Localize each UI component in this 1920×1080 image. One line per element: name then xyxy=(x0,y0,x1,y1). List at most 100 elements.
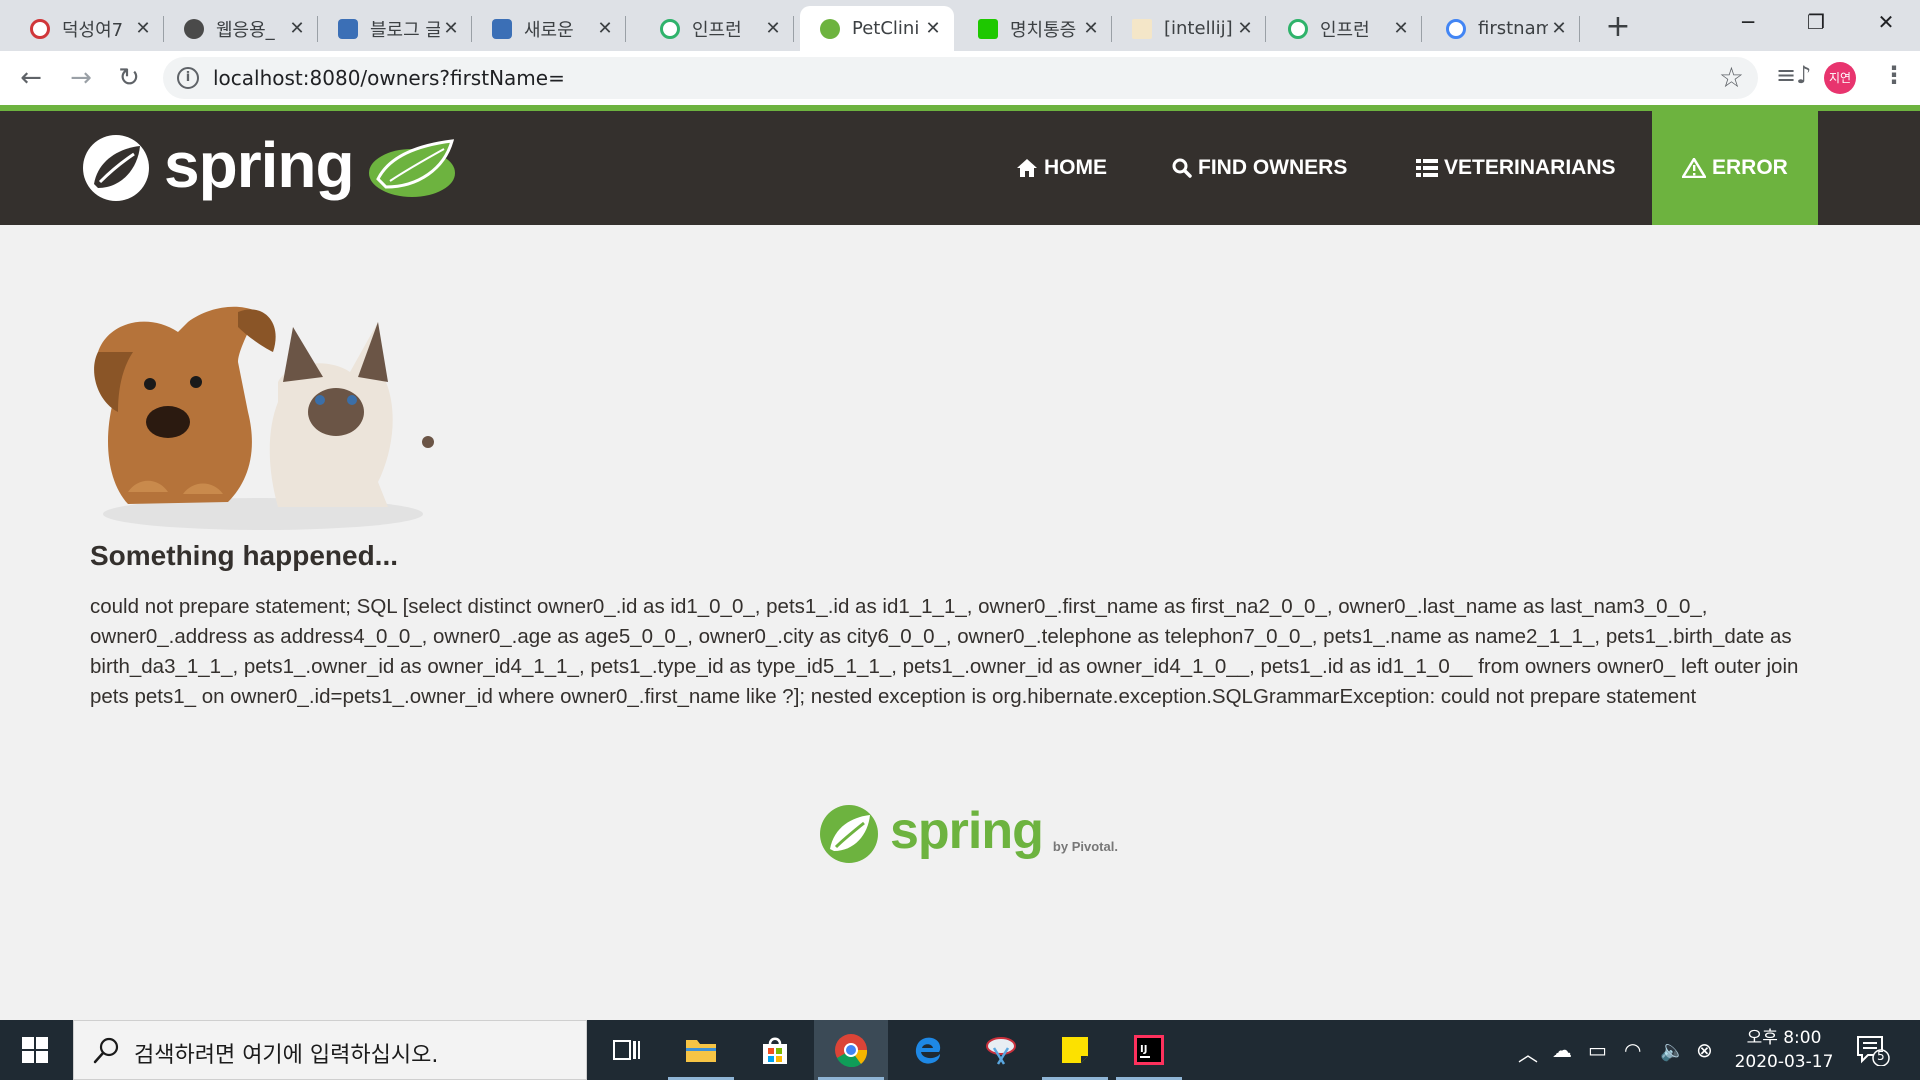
browser-tab[interactable]: 명치통증 ✕ xyxy=(958,6,1112,51)
snipping-tool-icon xyxy=(986,1037,1016,1065)
pets-image xyxy=(94,306,434,530)
back-icon[interactable]: ← xyxy=(12,59,50,97)
input-mode-icon[interactable]: ⊗ xyxy=(1696,1038,1713,1062)
taskbar-app-edge[interactable] xyxy=(890,1020,964,1080)
tab-title: 인프런 xyxy=(692,19,742,41)
nav-veterinarians[interactable]: VETERINARIANS xyxy=(1416,111,1616,225)
warning-icon xyxy=(1682,158,1706,178)
new-tab-button[interactable]: + xyxy=(1600,10,1636,46)
spring-logo-mark-icon xyxy=(83,135,149,201)
nav-home[interactable]: HOME xyxy=(1016,111,1107,225)
error-message: could not prepare statement; SQL [select… xyxy=(90,595,1799,708)
bookmark-star-icon[interactable]: ☆ xyxy=(1719,61,1744,94)
profile-avatar[interactable]: 지연 xyxy=(1824,62,1856,94)
browser-tab[interactable]: 덕성여7 ✕ xyxy=(10,6,164,51)
tab-title: firstnam xyxy=(1478,18,1548,39)
show-hidden-icons-chevron-icon[interactable]: ︿ xyxy=(1518,1038,1538,1067)
menu-kebab-icon[interactable]: ⋮ xyxy=(1882,61,1906,89)
edge-icon xyxy=(915,1037,941,1064)
url-text[interactable]: localhost:8080/owners?firstName= xyxy=(213,66,565,90)
university-favicon-icon xyxy=(30,18,50,39)
browser-tab[interactable]: 새로운 ✕ xyxy=(472,6,626,51)
browser-tab-strip: 덕성여7 ✕ 웹응용_ ✕ 블로그 글 ✕ 새로운 ✕ 인프런 ✕ PetCli… xyxy=(0,0,1920,51)
notification-icon xyxy=(1857,1036,1890,1067)
error-heading: Something happened... xyxy=(90,540,399,571)
battery-icon[interactable]: ▭ xyxy=(1588,1038,1607,1062)
close-icon[interactable]: ✕ xyxy=(594,18,616,39)
clock-date: 2020-03-17 xyxy=(1734,1052,1834,1072)
footer-by-pivotal: by Pivotal. xyxy=(1052,838,1118,854)
tab-title: 웹응용_ xyxy=(216,19,275,41)
close-icon[interactable]: ✕ xyxy=(762,18,784,39)
close-icon[interactable]: ✕ xyxy=(1234,18,1256,39)
chrome-icon xyxy=(835,1034,868,1067)
spring-logo[interactable]: spring xyxy=(80,123,460,213)
media-control-icon[interactable]: ≡♪ xyxy=(1776,61,1811,89)
browser-tab[interactable]: firstnam ✕ xyxy=(1426,6,1580,51)
browser-toolbar: ← → ↻ i localhost:8080/owners?firstName=… xyxy=(0,51,1920,105)
close-window-icon[interactable]: ✕ xyxy=(1856,0,1916,44)
windows-logo-icon xyxy=(22,1037,48,1063)
taskbar-app-file-explorer[interactable] xyxy=(664,1020,738,1080)
site-info-icon[interactable]: i xyxy=(177,67,199,89)
browser-tab[interactable]: [intellij] ✕ xyxy=(1112,6,1266,51)
inflearn-favicon-icon xyxy=(660,18,680,39)
action-center-button[interactable]: 5 xyxy=(1856,1034,1890,1067)
close-icon[interactable]: ✕ xyxy=(922,18,944,39)
sticky-note-icon xyxy=(1062,1037,1088,1063)
brand-wordmark: spring xyxy=(164,129,355,201)
taskbar-search-input[interactable]: 검색하려면 여기에 입력하십시오. xyxy=(73,1020,587,1080)
windows-taskbar: 검색하려면 여기에 입력하십시오. IJ ︿ ☁ ▭ ◠ 🔈 ⊗ 오후 8:00… xyxy=(0,1020,1920,1080)
blog-favicon-icon xyxy=(338,18,358,39)
nav-veterinarians-label: VETERINARIANS xyxy=(1444,156,1616,179)
tab-title: [intellij] xyxy=(1164,18,1233,39)
task-view-button[interactable] xyxy=(590,1020,664,1080)
blog-favicon-icon xyxy=(492,18,512,39)
nav-find-owners[interactable]: FIND OWNERS xyxy=(1172,111,1347,225)
task-view-icon xyxy=(613,1040,640,1060)
close-icon[interactable]: ✕ xyxy=(440,18,462,39)
taskbar-app-chrome[interactable] xyxy=(814,1020,888,1080)
browser-tab-active[interactable]: PetClini ✕ xyxy=(800,6,954,51)
browser-tab[interactable]: 웹응용_ ✕ xyxy=(164,6,318,51)
folder-icon xyxy=(686,1040,716,1062)
minimize-icon[interactable]: ─ xyxy=(1718,0,1778,44)
address-bar[interactable]: i localhost:8080/owners?firstName= ☆ xyxy=(163,57,1758,99)
svg-text:IJ: IJ xyxy=(1140,1044,1147,1055)
close-icon[interactable]: ✕ xyxy=(1390,18,1412,39)
taskbar-app-intellij[interactable]: IJ xyxy=(1112,1020,1186,1080)
petclinic-navbar: spring HOME FIND OWNERS VETERINARIANS ER… xyxy=(0,111,1920,225)
wifi-icon[interactable]: ◠ xyxy=(1624,1038,1641,1062)
close-icon[interactable]: ✕ xyxy=(1080,18,1102,39)
browser-tab[interactable]: 인프런 ✕ xyxy=(1268,6,1422,51)
reload-icon[interactable]: ↻ xyxy=(110,59,148,97)
restore-icon[interactable]: ❐ xyxy=(1786,0,1846,44)
browser-tab[interactable]: 인프런 ✕ xyxy=(640,6,794,51)
footer-spring-logo: spring by Pivotal. xyxy=(818,800,1118,868)
browser-tab[interactable]: 블로그 글 ✕ xyxy=(318,6,472,51)
globe-icon xyxy=(184,18,204,39)
taskbar-clock[interactable]: 오후 8:00 2020-03-17 xyxy=(1734,1026,1834,1074)
taskbar-app-sticky-notes[interactable] xyxy=(1038,1020,1112,1080)
spring-leaf-badge-icon xyxy=(366,139,457,199)
nav-error[interactable]: ERROR xyxy=(1652,111,1818,225)
tab-title: 덕성여7 xyxy=(62,19,124,41)
nav-error-label: ERROR xyxy=(1712,156,1788,179)
close-icon[interactable]: ✕ xyxy=(132,18,154,39)
search-icon xyxy=(93,1037,119,1064)
volume-icon[interactable]: 🔈 xyxy=(1660,1038,1685,1062)
page-favicon-icon xyxy=(1132,18,1152,39)
spring-leaf-favicon-icon xyxy=(820,18,840,39)
close-icon[interactable]: ✕ xyxy=(1548,18,1570,39)
taskbar-app-snipping[interactable] xyxy=(964,1020,1038,1080)
taskbar-app-store[interactable] xyxy=(738,1020,812,1080)
intellij-icon: IJ xyxy=(1134,1035,1164,1065)
onedrive-error-icon[interactable]: ☁ xyxy=(1552,1038,1572,1062)
list-icon xyxy=(1416,159,1438,177)
forward-icon[interactable]: → xyxy=(62,59,100,97)
start-button[interactable] xyxy=(0,1020,70,1080)
clock-time: 오후 8:00 xyxy=(1746,1028,1822,1048)
store-bag-icon xyxy=(763,1037,787,1064)
nav-find-owners-label: FIND OWNERS xyxy=(1198,156,1348,179)
close-icon[interactable]: ✕ xyxy=(286,18,308,39)
